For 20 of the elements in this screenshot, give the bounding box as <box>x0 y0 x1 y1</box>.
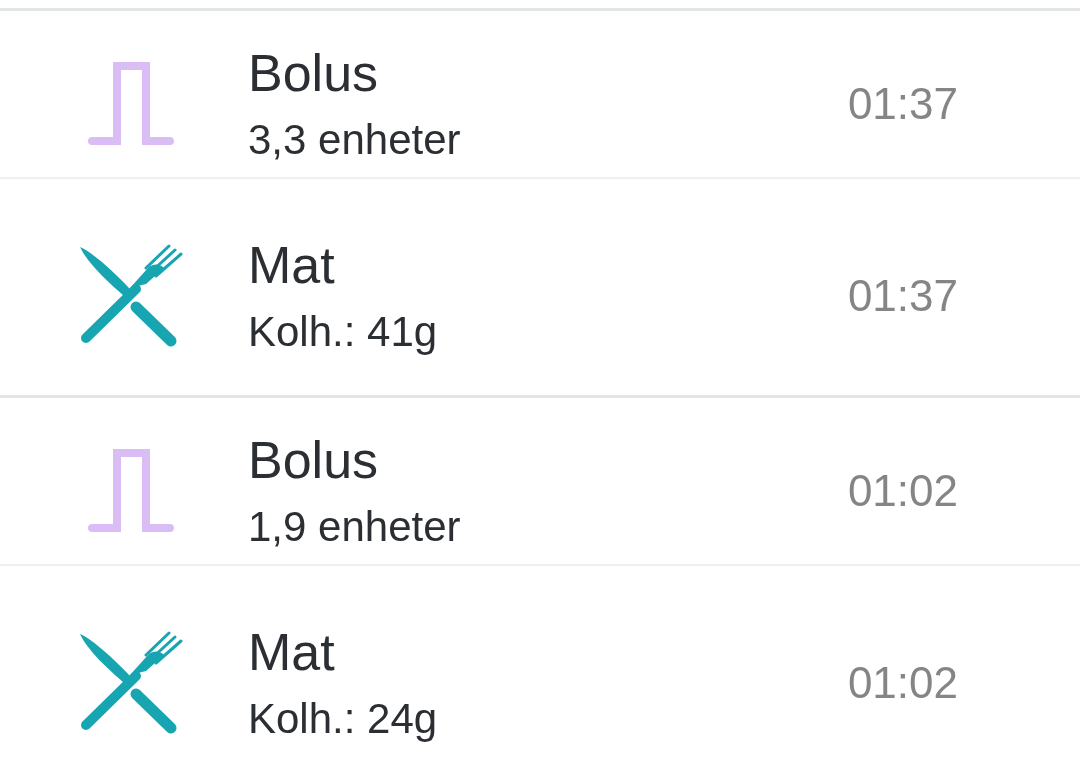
fork-knife-icon <box>78 630 184 735</box>
fork-knife-icon <box>78 243 184 348</box>
history-row[interactable]: Bolus 1,9 enheter 01:02 <box>0 395 1080 564</box>
entry-detail: Kolh.: 24g <box>248 694 438 744</box>
entry-detail: Kolh.: 41g <box>248 307 438 357</box>
entry-title: Bolus <box>248 43 379 104</box>
history-row[interactable]: Bolus 3,3 enheter 01:37 <box>0 8 1080 177</box>
entry-detail: 3,3 enheter <box>248 115 461 165</box>
entry-time: 01:37 <box>847 77 958 130</box>
entry-time: 01:02 <box>847 464 958 517</box>
entry-title: Bolus <box>248 430 379 491</box>
entry-detail: 1,9 enheter <box>248 502 461 552</box>
entry-title: Mat <box>248 235 335 296</box>
square-wave-icon <box>87 447 175 534</box>
entry-time: 01:02 <box>847 656 958 709</box>
entry-title: Mat <box>248 622 335 683</box>
square-wave-icon <box>87 60 175 147</box>
history-row[interactable]: Mat Kolh.: 41g 01:37 <box>0 177 1080 395</box>
entry-time: 01:37 <box>847 269 958 322</box>
history-row[interactable]: Mat Kolh.: 24g 01:02 <box>0 564 1080 780</box>
